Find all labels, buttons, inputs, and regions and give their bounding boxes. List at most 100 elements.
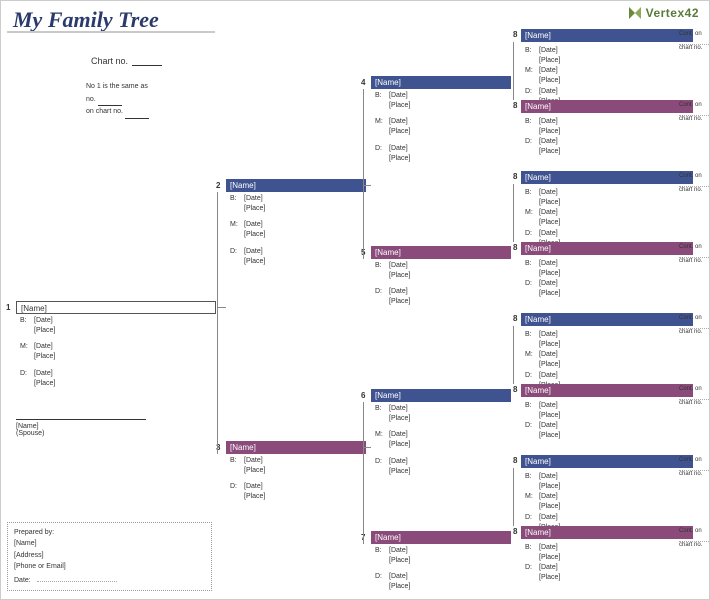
- anc-dd[interactable]: [Date]: [539, 137, 558, 147]
- p2-md[interactable]: [Date]: [244, 220, 263, 230]
- p2-dd[interactable]: [Date]: [244, 247, 263, 257]
- anc-bd[interactable]: [Date]: [539, 188, 558, 198]
- anc-bd[interactable]: [Date]: [539, 259, 558, 269]
- anc-md[interactable]: [Date]: [539, 492, 558, 502]
- person-2-bar[interactable]: [Name]: [226, 179, 366, 192]
- anc-dd[interactable]: [Date]: [539, 513, 558, 523]
- p3-bd[interactable]: [Date]: [244, 456, 263, 466]
- p3-dd[interactable]: [Date]: [244, 482, 263, 492]
- title-underline: [7, 31, 215, 33]
- anc-md[interactable]: [Date]: [539, 350, 558, 360]
- p1-m-place[interactable]: [Place]: [34, 352, 55, 362]
- person-1-name-box[interactable]: [Name]: [16, 301, 216, 314]
- p6-bp[interactable]: [Place]: [389, 414, 410, 424]
- p6-dp[interactable]: [Place]: [389, 467, 410, 477]
- anc-dd[interactable]: [Date]: [539, 421, 558, 431]
- anc-bp[interactable]: [Place]: [539, 482, 560, 492]
- anc-bd[interactable]: [Date]: [539, 472, 558, 482]
- p6-bd[interactable]: [Date]: [389, 404, 408, 414]
- p6-md[interactable]: [Date]: [389, 430, 408, 440]
- anc-bar[interactable]: [Name]: [521, 100, 693, 113]
- p4-dp[interactable]: [Place]: [389, 154, 410, 164]
- p4-md[interactable]: [Date]: [389, 117, 408, 127]
- anc-bd[interactable]: [Date]: [539, 117, 558, 127]
- p3-dp[interactable]: [Place]: [244, 492, 265, 502]
- anc-dd[interactable]: [Date]: [539, 87, 558, 97]
- p6-bar[interactable]: [Name]: [371, 389, 511, 402]
- anc-bd[interactable]: [Date]: [539, 401, 558, 411]
- anc-bp[interactable]: [Place]: [539, 127, 560, 137]
- anc-bar[interactable]: [Name]: [521, 313, 693, 326]
- p1-d-place[interactable]: [Place]: [34, 379, 55, 389]
- anc-mp[interactable]: [Place]: [539, 502, 560, 512]
- p4-bar[interactable]: [Name]: [371, 76, 511, 89]
- p4-bd[interactable]: [Date]: [389, 91, 408, 101]
- anc-bar[interactable]: [Name]: [521, 526, 693, 539]
- person-3-bar[interactable]: [Name]: [226, 441, 366, 454]
- anc-bp[interactable]: [Place]: [539, 340, 560, 350]
- anc-bd[interactable]: [Date]: [539, 46, 558, 56]
- anc-mp[interactable]: [Place]: [539, 218, 560, 228]
- anc-bd[interactable]: [Date]: [539, 330, 558, 340]
- p5-bd[interactable]: [Date]: [389, 261, 408, 271]
- p1-m-date[interactable]: [Date]: [34, 342, 53, 352]
- p1-b-date[interactable]: [Date]: [34, 316, 53, 326]
- anc-mp[interactable]: [Place]: [539, 76, 560, 86]
- anc-dd[interactable]: [Date]: [539, 563, 558, 573]
- p7-bd[interactable]: [Date]: [389, 546, 408, 556]
- anc-fields: B:[Date][Place]M:[Date][Place]D:[Date][P…: [521, 470, 710, 533]
- p6-mp[interactable]: [Place]: [389, 440, 410, 450]
- anc-fields: B:[Date][Place]M:[Date][Place]D:[Date][P…: [521, 44, 710, 107]
- p7-dd[interactable]: [Date]: [389, 572, 408, 582]
- p5-bp[interactable]: [Place]: [389, 271, 410, 281]
- anc-md[interactable]: [Date]: [539, 66, 558, 76]
- anc-dp[interactable]: [Place]: [539, 431, 560, 441]
- p5-dd[interactable]: [Date]: [389, 287, 408, 297]
- p4-dd[interactable]: [Date]: [389, 144, 408, 154]
- anc-bp[interactable]: [Place]: [539, 56, 560, 66]
- prepared-name[interactable]: [Name]: [14, 538, 205, 549]
- prepared-contact[interactable]: [Phone or Email]: [14, 561, 205, 572]
- anc-bd[interactable]: [Date]: [539, 543, 558, 553]
- anc-cont: Cont. onchart no.: [679, 244, 710, 264]
- p4-mp[interactable]: [Place]: [389, 127, 410, 137]
- p5-dp[interactable]: [Place]: [389, 297, 410, 307]
- anc-dp[interactable]: [Place]: [539, 147, 560, 157]
- anc-dd[interactable]: [Date]: [539, 279, 558, 289]
- p7-dp[interactable]: [Place]: [389, 582, 410, 592]
- person-1: 1 [Name] B:[Date] [Place] M:[Date] [Plac…: [16, 301, 216, 389]
- p4-bp[interactable]: [Place]: [389, 101, 410, 111]
- p2-mp[interactable]: [Place]: [244, 230, 265, 240]
- anc-bar[interactable]: [Name]: [521, 242, 693, 255]
- anc-bar[interactable]: [Name]: [521, 384, 693, 397]
- prepared-date-line[interactable]: [37, 574, 117, 582]
- p3-bp[interactable]: [Place]: [244, 466, 265, 476]
- p7-bp[interactable]: [Place]: [389, 556, 410, 566]
- p2-bd[interactable]: [Date]: [244, 194, 263, 204]
- p1-b-place[interactable]: [Place]: [34, 326, 55, 336]
- p7-bar[interactable]: [Name]: [371, 531, 511, 544]
- anc-dp[interactable]: [Place]: [539, 289, 560, 299]
- p5-bar[interactable]: [Name]: [371, 246, 511, 259]
- spouse-name[interactable]: [Name]: [16, 423, 146, 430]
- chart-number-field[interactable]: Chart no.: [91, 56, 162, 66]
- anc-dd[interactable]: [Date]: [539, 371, 558, 381]
- p2-dp[interactable]: [Place]: [244, 257, 265, 267]
- anc-dd[interactable]: [Date]: [539, 229, 558, 239]
- p6-dd[interactable]: [Date]: [389, 457, 408, 467]
- prepared-address[interactable]: [Address]: [14, 550, 205, 561]
- vertex42-logo: Vertex42: [627, 5, 699, 21]
- ancestor-11: 8[Name]Cont. onchart no.B:[Date][Place]D…: [521, 242, 710, 300]
- anc-bar[interactable]: [Name]: [521, 171, 693, 184]
- anc-mp[interactable]: [Place]: [539, 360, 560, 370]
- p2-bp[interactable]: [Place]: [244, 204, 265, 214]
- anc-bar[interactable]: [Name]: [521, 455, 693, 468]
- anc-bar[interactable]: [Name]: [521, 29, 693, 42]
- anc-bp[interactable]: [Place]: [539, 411, 560, 421]
- anc-dp[interactable]: [Place]: [539, 573, 560, 583]
- anc-bp[interactable]: [Place]: [539, 269, 560, 279]
- p1-d-date[interactable]: [Date]: [34, 369, 53, 379]
- anc-bp[interactable]: [Place]: [539, 553, 560, 563]
- anc-md[interactable]: [Date]: [539, 208, 558, 218]
- anc-bp[interactable]: [Place]: [539, 198, 560, 208]
